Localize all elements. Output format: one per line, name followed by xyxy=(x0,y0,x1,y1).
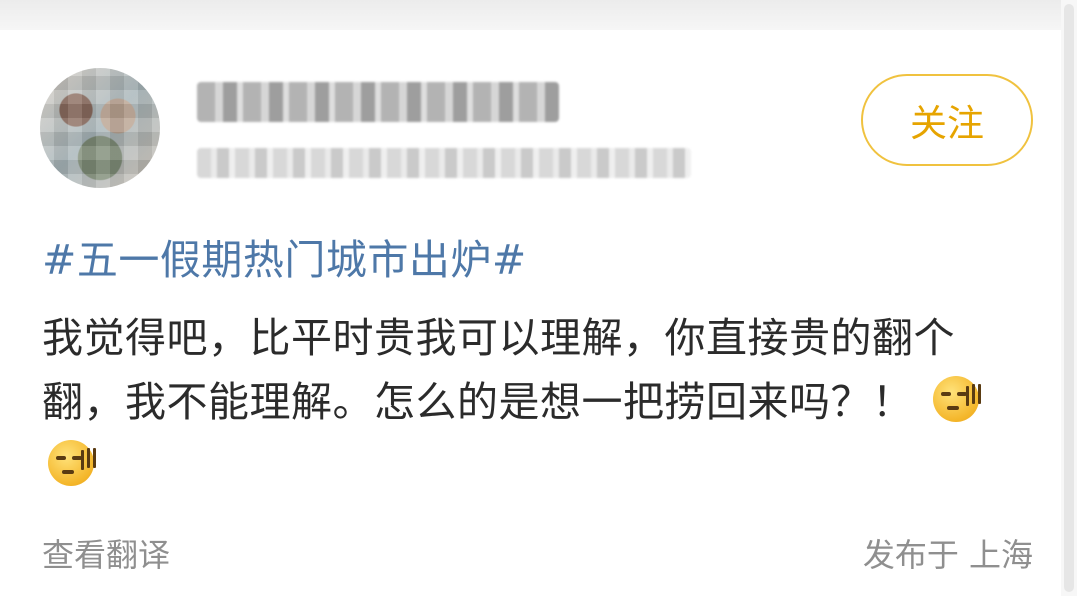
emoji-mouth xyxy=(947,406,960,410)
sweat-emoji-icon xyxy=(933,376,980,422)
follow-button[interactable]: 关注 xyxy=(861,74,1033,166)
hashtag-link[interactable]: #五一假期热门城市出炉# xyxy=(42,226,527,286)
emoji-mouth xyxy=(62,470,74,474)
emoji-eye xyxy=(941,392,952,396)
scrollbar-thumb[interactable] xyxy=(1064,4,1074,592)
emoji-eye xyxy=(957,392,968,396)
post-body: 我觉得吧，比平时贵我可以理解，你直接贵的翻个翻，我不能理解。怎么的是想一把捞回来… xyxy=(42,306,1027,498)
emoji-sweat-lines xyxy=(87,448,90,468)
avatar-pixelation xyxy=(40,68,160,188)
username-redacted[interactable] xyxy=(197,82,559,122)
view-translation-link[interactable]: 查看翻译 xyxy=(42,530,170,576)
sweat-emoji-icon xyxy=(48,440,94,486)
emoji-eye xyxy=(72,456,82,460)
emoji-eye xyxy=(56,456,66,460)
post-location: 发布于 上海 xyxy=(862,536,1033,574)
emoji-sweat-lines xyxy=(972,384,976,404)
top-bar xyxy=(0,0,1077,30)
avatar[interactable] xyxy=(40,68,160,188)
post-body-text: 我觉得吧，比平时贵我可以理解，你直接贵的翻个翻，我不能理解。怎么的是想一把捞回来… xyxy=(42,314,955,426)
scrollbar[interactable] xyxy=(1061,0,1077,596)
post-meta-redacted xyxy=(197,148,691,178)
post-card: 关注 #五一假期热门城市出炉# 我觉得吧，比平时贵我可以理解，你直接贵的翻个翻，… xyxy=(0,30,1060,596)
